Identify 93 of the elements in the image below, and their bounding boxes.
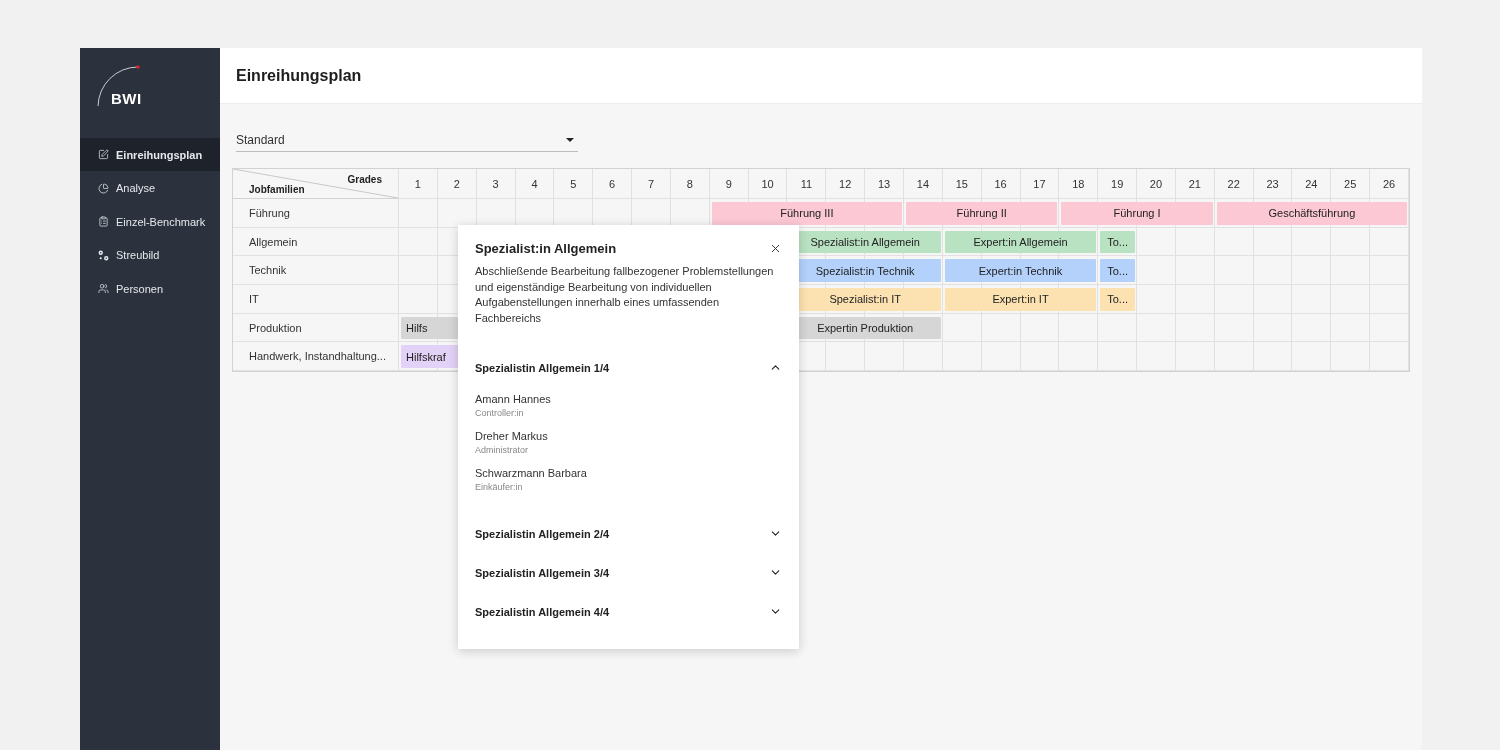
grade-band[interactable]: Führung II — [906, 202, 1058, 225]
pie-chart-icon — [98, 182, 109, 194]
grade-band[interactable]: To... — [1100, 230, 1136, 254]
job-family-label: Allgemein — [233, 227, 399, 257]
plan-select[interactable]: Standard — [236, 128, 578, 152]
edit-square-icon — [98, 149, 109, 160]
grid-cell — [1020, 342, 1060, 372]
grade-band[interactable]: To... — [1100, 288, 1136, 311]
grid-cell — [1331, 342, 1371, 372]
person-role: Einkäufer:in — [475, 482, 524, 492]
grade-band[interactable]: Expert:in IT — [944, 288, 1097, 311]
nav-item[interactable]: Analyse — [80, 171, 220, 205]
grid-cell — [1370, 227, 1409, 257]
nav-item[interactable]: Einzel-Benchmark — [80, 205, 220, 239]
grade-band[interactable]: To... — [1100, 259, 1136, 283]
job-family-label: IT — [233, 285, 399, 314]
nav-item[interactable]: Einreihungsplan — [80, 138, 220, 171]
grid-cell — [942, 342, 982, 372]
person-name: Schwarzmann Barbara — [475, 467, 588, 479]
grade-band[interactable]: Expert:in Technik — [944, 259, 1097, 283]
grade-band[interactable]: Expert:in Allgemein — [944, 230, 1097, 254]
grades-heading: Grades — [347, 174, 382, 185]
logo-arc-icon — [96, 64, 142, 108]
accordion-header[interactable]: Spezialistin Allgemein 1/4 — [475, 348, 782, 387]
grade-header: 18 — [1059, 169, 1099, 199]
person-role: Controller:in — [475, 408, 525, 418]
grade-header: 3 — [476, 169, 516, 199]
scatter-icon — [98, 249, 109, 261]
grade-header: 10 — [748, 169, 788, 199]
grade-header: 5 — [554, 169, 594, 199]
people-icon — [98, 283, 109, 295]
grid-cell — [1370, 342, 1409, 372]
grade-header: 2 — [437, 169, 477, 199]
clipboard-icon — [98, 216, 109, 228]
grid-cell — [865, 342, 904, 372]
grade-band[interactable]: Führung III — [711, 202, 902, 225]
grade-header: 19 — [1098, 169, 1138, 199]
job-family-label: Produktion — [233, 313, 399, 343]
grade-header: 6 — [593, 169, 633, 199]
grid-cell — [1059, 342, 1099, 372]
grade-header: 26 — [1370, 169, 1409, 199]
grid-cell — [1292, 342, 1332, 372]
grade-header: 8 — [670, 169, 710, 199]
grade-header: 11 — [787, 169, 827, 199]
grid-cell — [942, 313, 982, 343]
person-name: Amann Hannes — [475, 393, 552, 405]
job-family-label: Führung — [233, 199, 399, 228]
accordion-header[interactable]: Spezialistin Allgemein 3/4 — [475, 553, 782, 592]
grade-header: 25 — [1331, 169, 1371, 199]
caret-icon — [566, 137, 574, 142]
grade-header: 23 — [1253, 169, 1293, 199]
nav-item[interactable]: Streubild — [80, 238, 220, 272]
nav-item[interactable]: Personen — [80, 272, 220, 306]
grid-cell — [1370, 285, 1409, 314]
logo-text: BWI — [111, 90, 142, 107]
grade-header: 4 — [515, 169, 555, 199]
grid-cell — [1175, 342, 1215, 372]
grid-cell — [826, 342, 866, 372]
accordion-header[interactable]: Spezialistin Allgemein 4/4 — [475, 592, 782, 631]
grid-cell — [1098, 342, 1138, 372]
grade-header: 1 — [399, 169, 438, 199]
grade-header: 20 — [1137, 169, 1176, 199]
grade-header: 16 — [981, 169, 1021, 199]
grade-header: 17 — [1020, 169, 1060, 199]
person-role: Administrator — [475, 445, 529, 455]
accordion-header[interactable]: Spezialistin Allgemein 2/4 — [475, 514, 782, 553]
grid-cell — [904, 342, 943, 372]
job-family-label: Handwerk, Instandhaltung... — [233, 342, 399, 372]
grid-cell — [399, 199, 438, 228]
grade-header: 14 — [904, 169, 943, 199]
grade-header: 12 — [826, 169, 866, 199]
page-title: Einreihungsplan — [236, 66, 362, 85]
grade-header: 7 — [632, 169, 671, 199]
grid-cell — [1253, 342, 1293, 372]
grade-band[interactable]: Geschäftsführung — [1216, 202, 1407, 225]
grade-header: 21 — [1175, 169, 1215, 199]
grade-header: 13 — [865, 169, 904, 199]
close-button[interactable] — [769, 242, 782, 255]
grade-header: 15 — [942, 169, 982, 199]
grid-cell — [981, 342, 1021, 372]
grade-header: 22 — [1214, 169, 1254, 199]
grade-header: 9 — [709, 169, 749, 199]
grid-cell — [1214, 342, 1254, 372]
person-name: Dreher Markus — [475, 430, 549, 442]
grid-cell — [1370, 313, 1409, 343]
job-families-heading: Jobfamilien — [249, 184, 305, 195]
grade-band[interactable]: Führung I — [1061, 202, 1213, 225]
popover-title: Spezialist:in Allgemein — [475, 241, 617, 256]
job-family-label: Technik — [233, 256, 399, 286]
popover-description: Abschließende Bearbeitung fallbezogener Problemstellungen und eigenständige Bearbeitung von individuellen Aufgabenstellungen innerhalb eines umfassenden Fachbereichs — [475, 264, 775, 326]
grade-header: 24 — [1292, 169, 1332, 199]
grid-cell — [1370, 256, 1409, 286]
grid-cell — [1137, 342, 1176, 372]
